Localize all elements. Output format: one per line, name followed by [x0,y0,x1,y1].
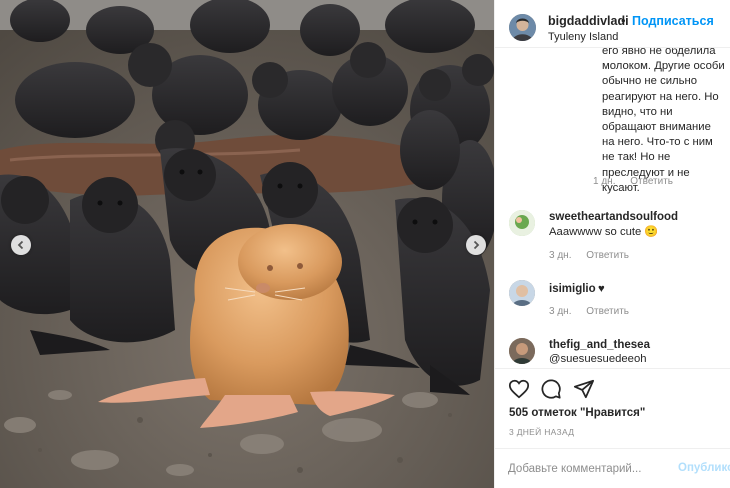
previous-photo-button[interactable] [11,235,31,255]
avatar[interactable] [509,14,536,41]
caption-time[interactable]: 1 дн. [593,176,615,187]
comment-time[interactable]: 3 дн. [549,250,571,261]
comment-time[interactable]: 3 дн. [549,306,571,317]
post-location[interactable]: Tyuleny Island [548,31,618,43]
chevron-left-icon [17,240,24,250]
seal-colony-image [0,0,494,488]
comment-text: Aaawwww so cute 🙂 [549,226,659,238]
caption-meta: 1 дн. Ответить [593,176,685,187]
likes-count[interactable]: 505 отметок "Нравится" [509,407,645,419]
commenter-avatar-image [509,210,535,236]
user-avatar-image [509,14,536,41]
post-photo[interactable] [0,0,494,488]
post-header: bigdaddivladi • Подписаться Tyuleny Isla… [495,0,730,48]
separator-dot: • [621,13,626,28]
heart-icon[interactable] [508,378,530,400]
comment-username[interactable]: sweetheartandsoulfood [549,211,678,223]
add-comment-bar: Опубликовать [495,448,730,488]
avatar[interactable] [509,338,535,364]
comment-text: ♥ [598,283,605,295]
post-side-panel: bigdaddivladi • Подписаться Tyuleny Isla… [494,0,730,488]
avatar[interactable] [509,210,535,236]
comment-reply-button[interactable]: Ответить [586,306,629,317]
comment-mention-link[interactable]: @suesuesuedeeoh [549,353,647,365]
comment-input[interactable] [508,460,668,478]
comment-meta: 3 дн. Ответить [549,306,641,317]
commenter-avatar-image [509,338,535,364]
caption-text: его явно не обделила молоком. Другие осо… [602,48,725,194]
comments-list[interactable]: его явно не обделила молоком. Другие осо… [495,48,730,368]
comment-reply-button[interactable]: Ответить [586,250,629,261]
comment-username[interactable]: isimiglio [549,283,596,295]
comment-username[interactable]: thefig_and_thesea [549,339,650,351]
avatar[interactable] [509,280,535,306]
post-date[interactable]: 3 ДНЕЙ НАЗАД [509,427,574,437]
follow-button[interactable]: Подписаться [632,14,714,28]
caption-reply-button[interactable]: Ответить [630,176,673,187]
comment-meta: 3 дн. Ответить [549,250,641,261]
publish-button[interactable]: Опубликовать [678,462,730,474]
commenter-avatar-image [509,280,535,306]
post-actions: 505 отметок "Нравится" 3 ДНЕЙ НАЗАД [495,368,730,448]
post-author-username[interactable]: bigdaddivladi [548,14,629,28]
share-icon[interactable] [573,378,595,400]
chevron-right-icon [473,240,480,250]
next-photo-button[interactable] [466,235,486,255]
comment-icon[interactable] [540,378,562,400]
